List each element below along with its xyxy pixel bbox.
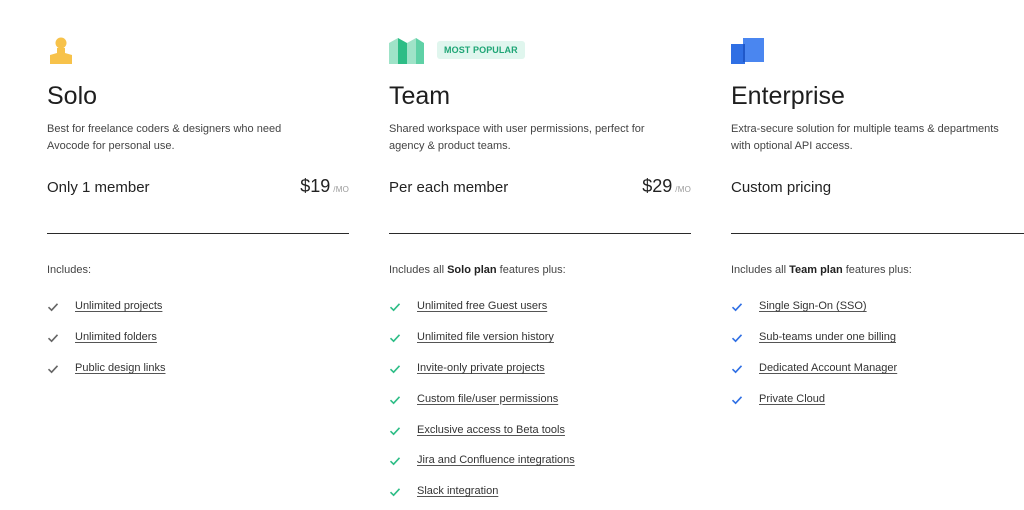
check-icon — [47, 300, 59, 312]
check-icon — [389, 300, 401, 312]
plan-description: Best for freelance coders & designers wh… — [47, 123, 282, 152]
feature-link[interactable]: Unlimited projects — [75, 300, 162, 312]
plan-description: Extra-secure solution for multiple teams… — [731, 123, 999, 152]
check-icon — [389, 331, 401, 343]
check-icon — [389, 393, 401, 405]
feature-list: Single Sign-On (SSO) Sub-teams under one… — [731, 291, 897, 414]
feature-item: Slack integration — [389, 476, 575, 507]
check-icon — [731, 300, 743, 312]
includes-heading: Includes: — [47, 264, 92, 276]
feature-item: Private Cloud — [731, 383, 897, 414]
feature-link[interactable]: Unlimited free Guest users — [417, 300, 547, 312]
price-value: $19 /MO — [300, 176, 349, 197]
check-icon — [731, 393, 743, 405]
check-icon — [731, 362, 743, 374]
feature-item: Exclusive access to Beta tools — [389, 414, 575, 445]
most-popular-badge: MOST POPULAR — [437, 41, 525, 59]
divider — [389, 233, 691, 234]
feature-link[interactable]: Dedicated Account Manager — [759, 362, 897, 374]
plan-description: Shared workspace with user permissions, … — [389, 123, 645, 152]
feature-link[interactable]: Unlimited file version history — [417, 331, 554, 343]
feature-link[interactable]: Custom file/user permissions — [417, 393, 558, 405]
feature-link[interactable]: Single Sign-On (SSO) — [759, 300, 867, 312]
price-row: Custom pricing — [731, 176, 1024, 202]
price-label: Per each member — [389, 179, 509, 196]
divider — [731, 233, 1024, 234]
feature-item: Sub-teams under one billing — [731, 322, 897, 353]
feature-link[interactable]: Slack integration — [417, 485, 498, 497]
price-label: Only 1 member — [47, 179, 150, 196]
plan-name: Team — [389, 82, 451, 110]
plan-name: Enterprise — [731, 82, 845, 110]
check-icon — [731, 331, 743, 343]
check-icon — [47, 362, 59, 374]
feature-item: Public design links — [47, 353, 166, 384]
feature-item: Custom file/user permissions — [389, 383, 575, 414]
feature-item: Jira and Confluence integrations — [389, 445, 575, 476]
feature-item: Single Sign-On (SSO) — [731, 291, 897, 322]
feature-item: Dedicated Account Manager — [731, 353, 897, 384]
feature-item: Unlimited projects — [47, 291, 166, 322]
check-icon — [389, 424, 401, 436]
feature-link[interactable]: Exclusive access to Beta tools — [417, 424, 565, 436]
check-icon — [389, 485, 401, 497]
check-icon — [47, 331, 59, 343]
feature-link[interactable]: Public design links — [75, 362, 166, 374]
feature-link[interactable]: Jira and Confluence integrations — [417, 454, 575, 466]
price-value: $29 /MO — [642, 176, 691, 197]
price-row: Only 1 member $19 /MO — [47, 176, 349, 202]
divider — [47, 233, 349, 234]
feature-list: Unlimited projects Unlimited folders Pub… — [47, 291, 166, 383]
price-unit: /MO — [675, 185, 691, 194]
includes-heading: Includes all Solo plan features plus: — [389, 264, 566, 276]
plan-card-team: MOST POPULAR Team Shared workspace with … — [389, 0, 691, 510]
price-unit: /MO — [333, 185, 349, 194]
feature-list: Unlimited free Guest users Unlimited fil… — [389, 291, 575, 507]
check-icon — [389, 454, 401, 466]
team-icon — [389, 36, 427, 66]
price-amount: $29 — [642, 176, 673, 196]
feature-item: Invite-only private projects — [389, 353, 575, 384]
person-icon — [47, 36, 75, 66]
price-row: Per each member $29 /MO — [389, 176, 691, 202]
feature-link[interactable]: Sub-teams under one billing — [759, 331, 896, 343]
price-amount: $19 — [300, 176, 331, 196]
includes-heading: Includes all Team plan features plus: — [731, 264, 912, 276]
plan-name: Solo — [47, 82, 98, 110]
price-label: Custom pricing — [731, 179, 832, 196]
plan-card-enterprise: Enterprise Extra-secure solution for mul… — [731, 0, 1024, 510]
feature-link[interactable]: Unlimited folders — [75, 331, 157, 343]
plan-card-solo: Solo Best for freelance coders & designe… — [47, 0, 349, 510]
check-icon — [389, 362, 401, 374]
feature-item: Unlimited file version history — [389, 322, 575, 353]
feature-link[interactable]: Private Cloud — [759, 393, 825, 405]
feature-item: Unlimited free Guest users — [389, 291, 575, 322]
enterprise-icon — [731, 36, 765, 66]
feature-link[interactable]: Invite-only private projects — [417, 362, 545, 374]
feature-item: Unlimited folders — [47, 322, 166, 353]
